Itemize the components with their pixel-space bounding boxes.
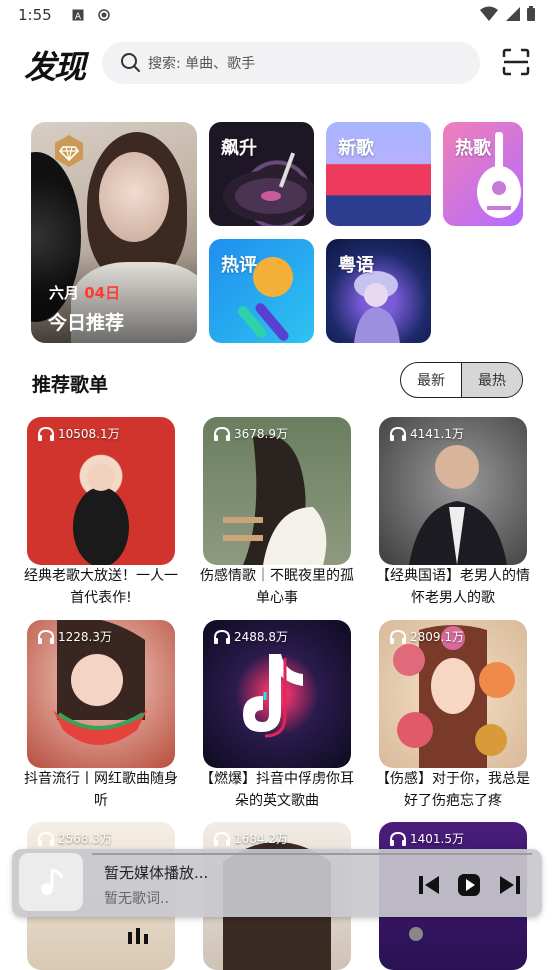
play-count: 3678.9万 <box>213 425 288 442</box>
discover-nav-icon[interactable] <box>126 928 154 944</box>
svg-text:A: A <box>75 12 82 21</box>
diamond-badge-icon <box>55 135 83 167</box>
play-count: 10508.1万 <box>37 425 120 442</box>
player-lyric: 暂无歌词.. <box>104 891 169 907</box>
notification-a-icon: A <box>72 9 84 21</box>
music-note-icon <box>41 868 64 895</box>
playlist-title: 【经典国语】老男人的情怀老男人的歌 <box>376 568 530 606</box>
tab-hottest[interactable]: 最热 <box>461 363 522 397</box>
scan-button[interactable] <box>502 48 530 80</box>
featured-month: 六月 <box>49 284 80 302</box>
next-button[interactable] <box>498 873 522 897</box>
scan-icon <box>502 48 530 76</box>
tile-label: 粤语 <box>338 255 374 276</box>
status-time: 1:55 <box>18 6 52 24</box>
play-count: 2488.8万 <box>213 628 288 645</box>
play-count-text: 2488.8万 <box>234 630 288 644</box>
bottom-nav <box>0 922 554 944</box>
featured-date: 六月 04日 <box>49 282 120 303</box>
headphones-icon <box>214 426 230 441</box>
tab-newest[interactable]: 最新 <box>401 363 461 397</box>
search-input[interactable]: 搜索: 单曲、歌手 <box>102 42 480 84</box>
header: 发现 搜索: 单曲、歌手 <box>0 38 554 88</box>
play-button[interactable] <box>457 873 481 897</box>
play-count: 1684.2万 <box>213 830 288 847</box>
play-count-text: 1684.2万 <box>234 832 288 846</box>
sort-toggle: 最新 最热 <box>400 362 523 398</box>
tile-label: 飙升 <box>221 138 257 159</box>
battery-icon <box>527 6 535 21</box>
play-count-text: 2568.3万 <box>58 832 112 846</box>
play-count: 2809.1万 <box>389 628 464 645</box>
daily-recommend-card[interactable]: 六月 04日 今日推荐 <box>31 122 197 343</box>
play-count-text: 3678.9万 <box>234 427 288 441</box>
headphones-icon <box>38 426 54 441</box>
playlist-title: 伤感情歌｜不眠夜里的孤单心事 <box>200 568 354 606</box>
cover-art-face <box>99 152 169 242</box>
album-art[interactable] <box>19 853 97 911</box>
progress-line <box>92 853 532 855</box>
play-count: 4141.1万 <box>389 425 464 442</box>
tile-label: 热歌 <box>455 138 491 159</box>
headphones-icon <box>214 629 230 644</box>
tile-rising-chart[interactable]: 飙升 <box>209 122 314 226</box>
headphones-icon <box>214 831 230 846</box>
headphones-icon <box>390 426 406 441</box>
wifi-icon <box>480 6 498 21</box>
record-icon <box>97 9 110 21</box>
status-bar: 1:55 A <box>0 0 554 30</box>
tile-hot-songs[interactable]: 热歌 <box>443 122 523 226</box>
play-count-text: 1228.3万 <box>58 630 112 644</box>
playlist-title: 经典老歌大放送！一人一首代表作! <box>24 568 178 606</box>
play-count: 2568.3万 <box>37 830 112 847</box>
tile-new-songs[interactable]: 新歌 <box>326 122 431 226</box>
featured-day: 04日 <box>84 284 121 302</box>
section-title: 推荐歌单 <box>32 374 109 396</box>
headphones-icon <box>390 831 406 846</box>
tile-cantonese[interactable]: 粤语 <box>326 239 431 343</box>
tile-hot-comments[interactable]: 热评 <box>209 239 314 343</box>
play-count: 1401.5万 <box>389 830 464 847</box>
play-count-text: 10508.1万 <box>58 427 120 441</box>
profile-nav-icon[interactable] <box>406 926 426 944</box>
play-count: 1228.3万 <box>37 628 112 645</box>
play-count-text: 4141.1万 <box>410 427 464 441</box>
search-icon <box>121 53 140 72</box>
headphones-icon <box>38 831 54 846</box>
tile-label: 热评 <box>221 255 257 276</box>
player-title: 暂无媒体播放... <box>104 864 209 882</box>
featured-title: 今日推荐 <box>48 312 125 334</box>
search-placeholder: 搜索: 单曲、歌手 <box>148 56 256 72</box>
tile-label: 新歌 <box>338 138 374 159</box>
playlist-title: 【伤感】对于你，我总是好了伤疤忘了疼 <box>376 771 530 809</box>
headphones-icon <box>38 629 54 644</box>
playlist-title: 抖音流行丨网红歌曲随身听 <box>24 771 178 809</box>
signal-icon <box>506 7 520 21</box>
play-count-text: 1401.5万 <box>410 832 464 846</box>
playlist-title: 【燃爆】抖音中俘虏你耳朵的英文歌曲 <box>200 771 354 809</box>
mini-player[interactable]: 暂无媒体播放... 暂无歌词.. <box>12 849 542 917</box>
play-count-text: 2809.1万 <box>410 630 464 644</box>
previous-button[interactable] <box>417 873 441 897</box>
page-title: 发现 <box>24 48 86 86</box>
headphones-icon <box>390 629 406 644</box>
